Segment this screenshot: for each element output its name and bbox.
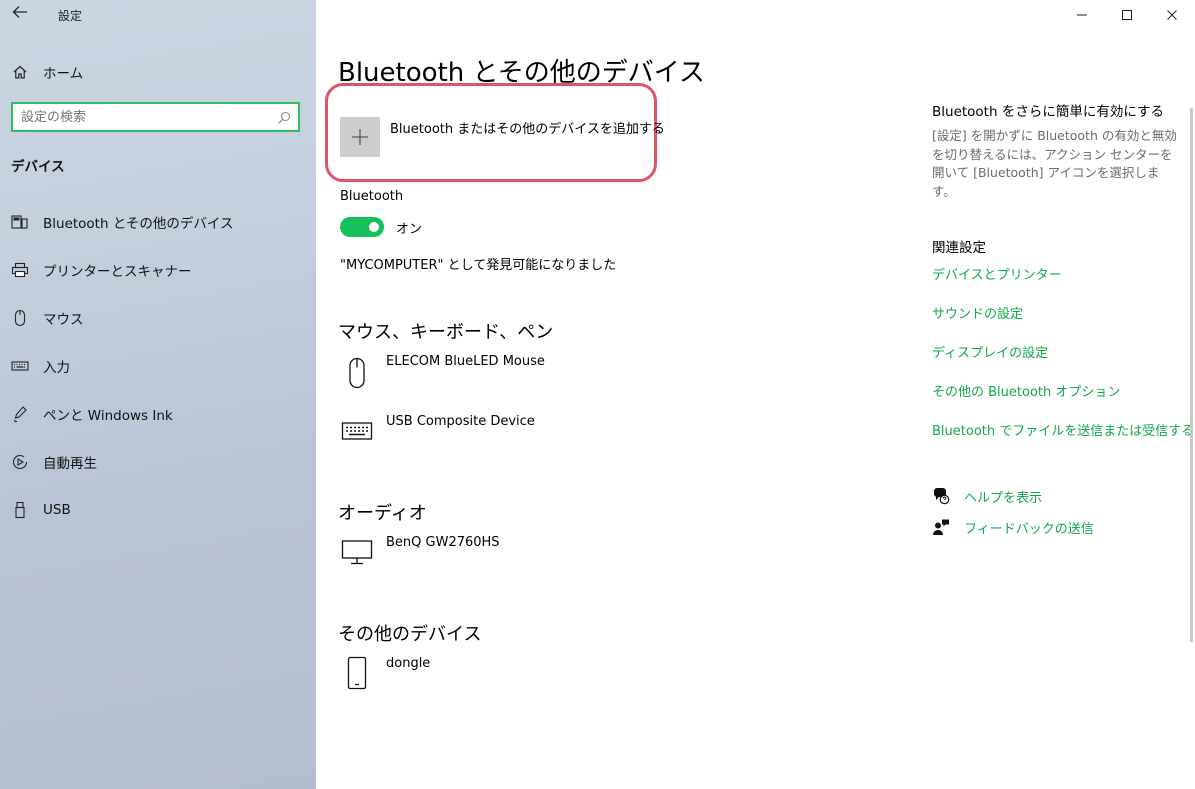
search-box[interactable] bbox=[11, 102, 300, 132]
pen-icon bbox=[11, 405, 29, 423]
search-input[interactable] bbox=[21, 108, 271, 126]
usb-icon bbox=[11, 501, 29, 519]
link-devices-printers[interactable]: デバイスとプリンター bbox=[932, 264, 1062, 283]
keyboard-icon bbox=[11, 357, 29, 375]
maximize-button[interactable] bbox=[1104, 0, 1150, 30]
monitor-icon bbox=[340, 535, 374, 569]
autoplay-icon bbox=[11, 453, 29, 471]
add-device-button[interactable] bbox=[340, 117, 380, 157]
device-name[interactable]: BenQ GW2760HS bbox=[386, 535, 500, 550]
sidebar-item-mouse[interactable]: マウス bbox=[0, 302, 316, 334]
device-name[interactable]: dongle bbox=[386, 656, 430, 671]
sidebar-item-input[interactable]: 入力 bbox=[0, 350, 316, 382]
sidebar-item-label: マウス bbox=[43, 312, 84, 328]
bluetooth-toggle[interactable] bbox=[340, 217, 384, 237]
sidebar-item-label: プリンターとスキャナー bbox=[43, 264, 192, 280]
feedback-icon bbox=[932, 518, 950, 536]
help-icon bbox=[932, 487, 950, 505]
sidebar: 設定 ホーム デバイス Bluetooth とその他のデバイス プリンターとスキ… bbox=[0, 0, 316, 789]
group-heading-audio: オーディオ bbox=[338, 503, 427, 524]
mouse-icon bbox=[11, 309, 29, 327]
device-name[interactable]: ELECOM BlueLED Mouse bbox=[386, 354, 545, 369]
toggle-state-label: オン bbox=[396, 222, 423, 237]
close-icon bbox=[1167, 10, 1177, 20]
app-title: 設定 bbox=[58, 9, 83, 23]
sidebar-item-label: ペンと Windows Ink bbox=[43, 408, 173, 424]
maximize-icon bbox=[1122, 10, 1132, 20]
home-label: ホーム bbox=[43, 66, 84, 82]
scrollbar[interactable] bbox=[1190, 108, 1193, 642]
tip-text: [設定] を開かずに Bluetooth の有効と無効を切り替えるには、アクショ… bbox=[932, 128, 1177, 199]
keyboard-icon bbox=[340, 414, 374, 448]
group-heading-input-devices: マウス、キーボード、ペン bbox=[338, 322, 554, 343]
sidebar-item-autoplay[interactable]: 自動再生 bbox=[0, 446, 316, 478]
help-link[interactable]: ヘルプを表示 bbox=[964, 487, 1042, 506]
minimize-button[interactable] bbox=[1059, 0, 1105, 30]
sidebar-item-label: 入力 bbox=[43, 360, 70, 376]
sidebar-item-label: USB bbox=[43, 502, 71, 518]
link-more-bluetooth-options[interactable]: その他の Bluetooth オプション bbox=[932, 381, 1120, 400]
add-device-label[interactable]: Bluetooth またはその他のデバイスを追加する bbox=[390, 118, 665, 137]
printer-icon bbox=[11, 261, 29, 279]
bluetooth-label: Bluetooth bbox=[340, 189, 404, 204]
section-title: デバイス bbox=[11, 159, 65, 175]
plus-icon bbox=[352, 129, 368, 145]
search-icon[interactable] bbox=[277, 110, 291, 124]
discoverable-status: "MYCOMPUTER" として発見可能になりました bbox=[340, 258, 617, 273]
sidebar-item-label: Bluetooth とその他のデバイス bbox=[43, 216, 234, 232]
minimize-icon bbox=[1077, 14, 1087, 16]
phone-icon bbox=[340, 656, 374, 690]
home-icon bbox=[11, 63, 29, 81]
nav-home[interactable]: ホーム bbox=[0, 58, 316, 86]
sidebar-item-usb[interactable]: USB bbox=[0, 494, 316, 526]
tip-title: Bluetooth をさらに簡単に有効にする bbox=[932, 104, 1164, 120]
feedback-link[interactable]: フィードバックの送信 bbox=[964, 518, 1094, 537]
device-name[interactable]: USB Composite Device bbox=[386, 414, 535, 429]
sidebar-item-label: 自動再生 bbox=[43, 456, 97, 472]
mouse-icon bbox=[340, 356, 374, 390]
link-display-settings[interactable]: ディスプレイの設定 bbox=[932, 342, 1048, 361]
sidebar-item-printers[interactable]: プリンターとスキャナー bbox=[0, 254, 316, 286]
link-bluetooth-file-transfer[interactable]: Bluetooth でファイルを送信または受信する bbox=[932, 420, 1194, 439]
title-bar: 設定 bbox=[0, 0, 316, 30]
related-settings-title: 関連設定 bbox=[932, 240, 986, 256]
sidebar-item-bluetooth[interactable]: Bluetooth とその他のデバイス bbox=[0, 206, 316, 238]
close-button[interactable] bbox=[1149, 0, 1195, 30]
back-arrow-icon[interactable] bbox=[8, 4, 32, 24]
sidebar-item-pen[interactable]: ペンと Windows Ink bbox=[0, 398, 316, 430]
toggle-knob bbox=[369, 222, 379, 232]
bluetooth-devices-icon bbox=[11, 213, 29, 231]
group-heading-other: その他のデバイス bbox=[338, 624, 482, 645]
link-sound-settings[interactable]: サウンドの設定 bbox=[932, 303, 1023, 322]
